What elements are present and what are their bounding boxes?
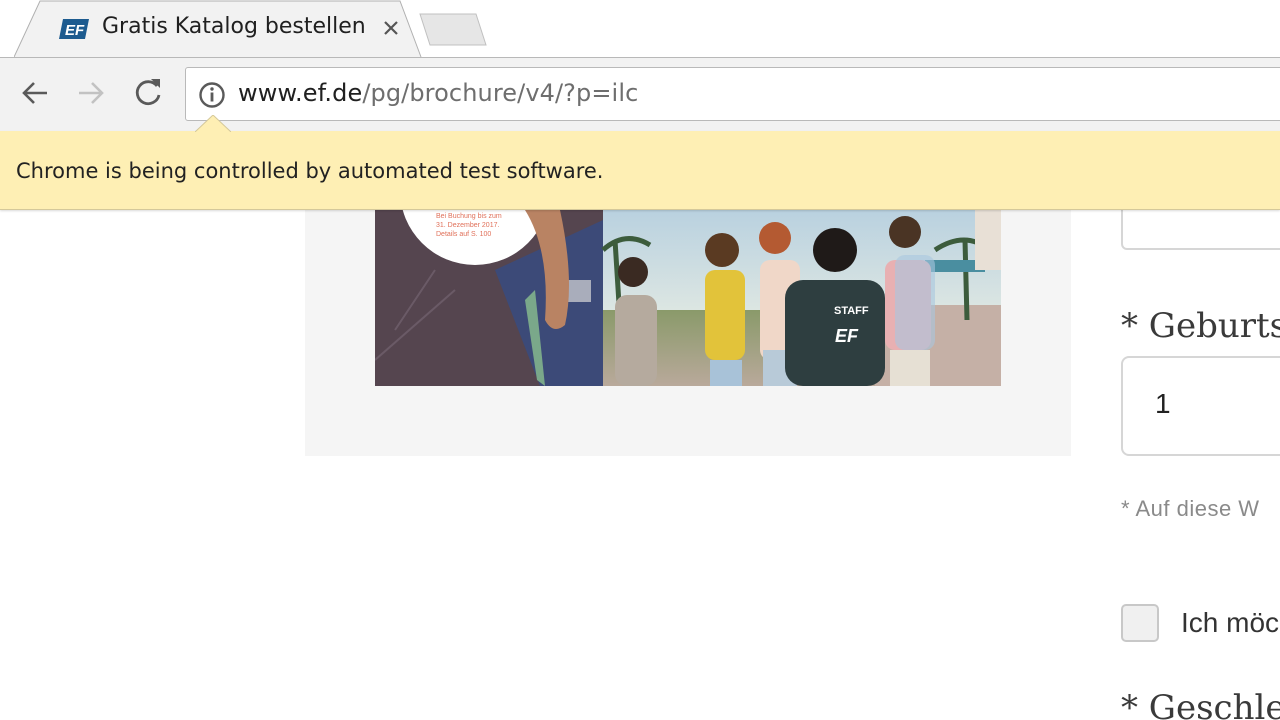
tab-strip: EF Gratis Katalog bestellen <box>0 0 1280 58</box>
staff-shirt-text: STAFF <box>834 305 869 317</box>
url-path: /pg/brochure/v4/?p=ilc <box>362 79 639 107</box>
newsletter-checkbox[interactable] <box>1121 604 1159 642</box>
shirt-ef-logo: EF <box>835 326 859 346</box>
promo-line-3: Details auf S. 100 <box>436 231 491 238</box>
svg-text:EF: EF <box>65 22 85 39</box>
tab-title: Gratis Katalog bestellen <box>102 14 366 39</box>
info-icon[interactable] <box>198 81 226 109</box>
page-content: Bei Buchung bis zum 31. Dezember 2017. D… <box>0 210 1280 720</box>
url-host: www.ef.de <box>238 79 363 107</box>
newsletter-label: Ich möc <box>1181 607 1280 638</box>
forward-arrow-icon[interactable] <box>73 75 109 111</box>
close-tab-icon[interactable] <box>380 17 402 39</box>
infobar-pointer <box>195 115 231 132</box>
catalog-cover-image: Bei Buchung bis zum 31. Dezember 2017. D… <box>375 210 1001 386</box>
back-arrow-icon[interactable] <box>17 75 53 111</box>
birthdate-day-value: 1 <box>1155 388 1171 419</box>
reload-icon[interactable] <box>130 75 166 111</box>
birthdate-label: * Geburtsd <box>1121 306 1280 346</box>
ef-logo-icon: EF <box>59 19 89 39</box>
order-form: * Geburtsd 1 * Auf diese W Ich möc * Ges… <box>1121 210 1280 720</box>
browser-toolbar: www.ef.de/pg/brochure/v4/?p=ilc <box>0 57 1280 131</box>
url-text[interactable]: www.ef.de/pg/brochure/v4/?p=ilc <box>238 79 638 107</box>
promo-line-1: Bei Buchung bis zum <box>436 213 502 220</box>
birthdate-day-field[interactable]: 1 <box>1121 356 1280 456</box>
promo-line-2: 31. Dezember 2017. <box>436 222 499 229</box>
infobar-message: Chrome is being controlled by automated … <box>16 159 604 183</box>
gender-label: * Geschlec <box>1121 688 1280 720</box>
browser-tab-active[interactable]: EF Gratis Katalog bestellen <box>14 0 422 58</box>
new-tab-button[interactable] <box>418 12 488 48</box>
automation-infobar: Chrome is being controlled by automated … <box>0 115 1280 210</box>
address-bar[interactable]: www.ef.de/pg/brochure/v4/?p=ilc <box>185 67 1280 121</box>
required-note: * Auf diese W <box>1121 496 1260 521</box>
text-field-previous[interactable] <box>1121 210 1280 250</box>
